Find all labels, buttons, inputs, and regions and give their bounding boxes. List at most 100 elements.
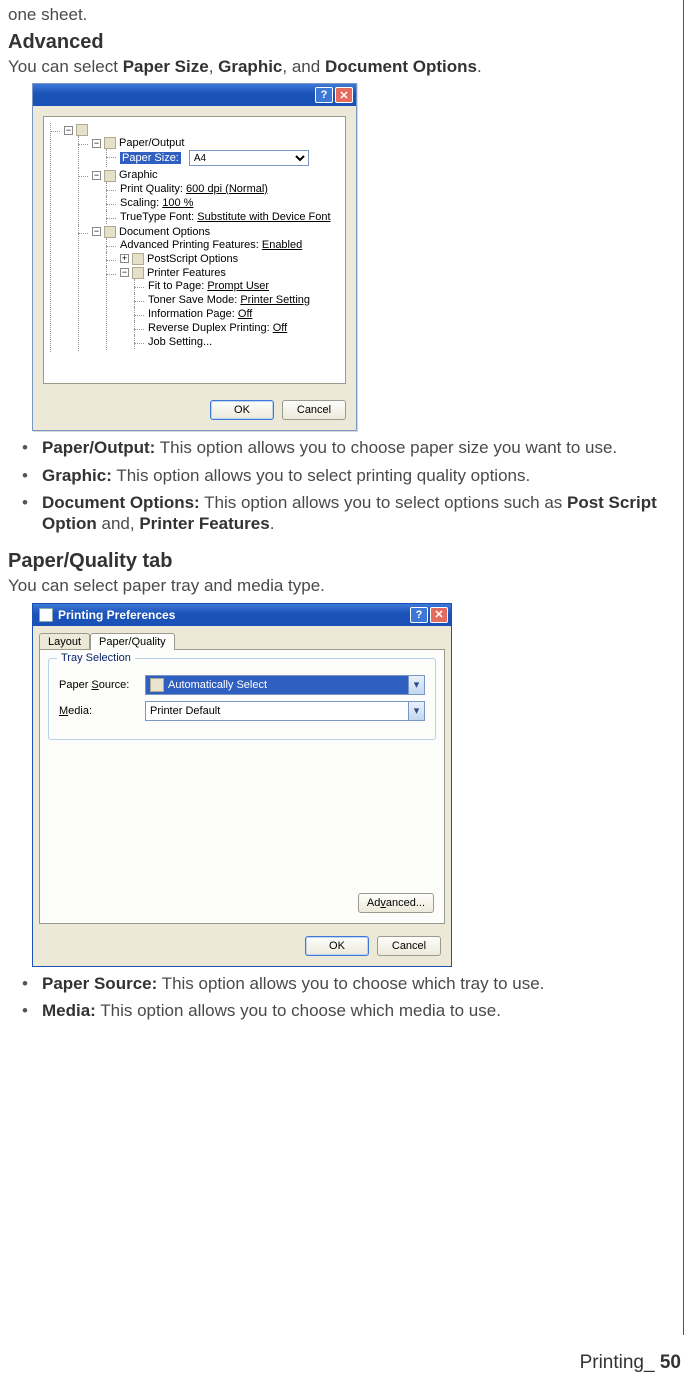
combo-value: Printer Default <box>150 705 220 717</box>
window-title: Printing Preferences <box>39 608 175 622</box>
label: Scaling: <box>120 197 162 209</box>
label: TrueType Font: <box>120 211 197 223</box>
tab-layout[interactable]: Layout <box>39 633 90 650</box>
label: Fit to Page: <box>148 280 207 292</box>
heading-paper-quality: Paper/Quality tab <box>8 550 675 573</box>
tab-strip: Layout Paper/Quality <box>33 626 451 649</box>
help-button[interactable]: ? <box>410 607 428 623</box>
collapse-icon[interactable]: − <box>120 268 129 277</box>
list-item: Document Options: This option allows you… <box>16 492 675 535</box>
text: , and <box>282 57 325 76</box>
label: Print Quality: <box>120 183 186 195</box>
text-bold: Paper Size <box>123 57 209 76</box>
tree-fit-to-page[interactable]: Fit to Page: Prompt User <box>134 279 341 293</box>
label: Toner Save Mode: <box>148 294 240 306</box>
folder-icon <box>132 253 144 265</box>
fragment-top: one sheet. <box>8 5 675 25</box>
options-tree[interactable]: − − Paper/Output Paper Size: A4 <box>48 123 341 352</box>
list-item: Graphic: This option allows you to selec… <box>16 465 675 486</box>
tray-selection-group: Tray Selection Paper Source: Automatical… <box>48 658 436 740</box>
advanced-intro: You can select Paper Size, Graphic, and … <box>8 56 675 77</box>
media-combo[interactable]: Printer Default ▾ <box>145 701 425 721</box>
value: Enabled <box>262 239 302 251</box>
tree-print-quality[interactable]: Print Quality: 600 dpi (Normal) <box>106 182 341 196</box>
collapse-icon[interactable]: − <box>64 126 73 135</box>
tree-graphic[interactable]: Graphic <box>119 169 158 181</box>
pq-bullets: Paper Source: This option allows you to … <box>8 973 675 1022</box>
list-item: Paper/Output: This option allows you to … <box>16 437 675 458</box>
list-item: Paper Source: This option allows you to … <box>16 973 675 994</box>
term: Graphic: <box>42 466 112 485</box>
term: Paper/Output: <box>42 438 155 457</box>
label: PostScript Options <box>147 253 238 265</box>
tree-toner-save[interactable]: Toner Save Mode: Printer Setting <box>134 293 341 307</box>
help-button[interactable]: ? <box>315 87 333 103</box>
tree-job-setting[interactable]: Job Setting... <box>134 335 341 349</box>
tree-document-options[interactable]: Document Options <box>119 226 210 238</box>
tree-panel: − − Paper/Output Paper Size: A4 <box>43 116 346 384</box>
printer-icon <box>39 608 53 622</box>
pq-intro: You can select paper tray and media type… <box>8 575 675 596</box>
titlebar: Printing Preferences ? ✕ <box>33 604 451 626</box>
value: 100 % <box>162 197 193 209</box>
paper-source-combo[interactable]: Automatically Select ▾ <box>145 675 425 695</box>
collapse-icon[interactable]: − <box>92 139 101 148</box>
cancel-button[interactable]: Cancel <box>377 936 441 956</box>
expand-icon[interactable]: + <box>120 254 129 263</box>
combo-value: Automatically Select <box>168 679 267 691</box>
tree-scaling[interactable]: Scaling: 100 % <box>106 196 341 210</box>
tray-icon <box>150 678 164 692</box>
tree-reverse-duplex[interactable]: Reverse Duplex Printing: Off <box>134 321 341 335</box>
close-button[interactable]: ✕ <box>335 87 353 103</box>
label: Advanced Printing Features: <box>120 239 262 251</box>
folder-icon <box>104 170 116 182</box>
value: Printer Setting <box>240 294 310 306</box>
paper-source-label: Paper Source: <box>59 679 135 691</box>
label: Reverse Duplex Printing: <box>148 322 273 334</box>
folder-icon <box>132 267 144 279</box>
value: Off <box>273 322 287 334</box>
paper-size-select[interactable]: A4 <box>189 150 309 166</box>
value: Prompt User <box>207 280 269 292</box>
desc: This option allows you to choose which m… <box>96 1001 501 1020</box>
label: Job Setting... <box>148 336 212 348</box>
desc: . <box>270 514 275 533</box>
media-label: Media: <box>59 705 135 717</box>
tree-truetype[interactable]: TrueType Font: Substitute with Device Fo… <box>106 210 341 224</box>
titlebar: ? ✕ <box>33 84 356 106</box>
tree-info-page[interactable]: Information Page: Off <box>134 307 341 321</box>
button-row: OK Cancel <box>33 930 451 966</box>
title-text: Printing Preferences <box>58 608 175 622</box>
tree-paper-output[interactable]: Paper/Output <box>119 137 184 149</box>
value: Off <box>238 308 252 320</box>
tree-printer-features[interactable]: Printer Features <box>147 267 226 279</box>
close-button[interactable]: ✕ <box>430 607 448 623</box>
desc: This option allows you to choose paper s… <box>155 438 617 457</box>
text-bold: Document Options <box>325 57 477 76</box>
advanced-options-dialog: ? ✕ − −Paper/Output Pa <box>32 83 357 431</box>
button-row: OK Cancel <box>33 394 356 430</box>
tree-apf[interactable]: Advanced Printing Features: Enabled <box>106 238 341 252</box>
page-number: 50 <box>655 1352 681 1373</box>
collapse-icon[interactable]: − <box>92 171 101 180</box>
chevron-down-icon: ▾ <box>408 702 424 720</box>
tab-paper-quality[interactable]: Paper/Quality <box>90 633 175 650</box>
ps-icon <box>76 124 88 136</box>
cancel-button[interactable]: Cancel <box>282 400 346 420</box>
term: Document Options: <box>42 493 200 512</box>
advanced-button[interactable]: Advanced... <box>358 893 434 913</box>
collapse-icon[interactable]: − <box>92 227 101 236</box>
ok-button[interactable]: OK <box>305 936 369 956</box>
page-footer: Printing_ 50 <box>580 1352 681 1374</box>
tree-ps-options[interactable]: + PostScript Options <box>106 252 341 266</box>
desc: This option allows you to choose which t… <box>157 974 544 993</box>
desc: This option allows you to select options… <box>200 493 567 512</box>
printing-preferences-dialog: Printing Preferences ? ✕ Layout Paper/Qu… <box>32 603 452 967</box>
tree-paper-size-row[interactable]: Paper Size: A4 <box>120 150 341 166</box>
ok-button[interactable]: OK <box>210 400 274 420</box>
section-name: Printing_ <box>580 1352 655 1373</box>
term: Media: <box>42 1001 96 1020</box>
folder-icon <box>104 137 116 149</box>
text-bold: Graphic <box>218 57 282 76</box>
tab-body: Tray Selection Paper Source: Automatical… <box>39 649 445 924</box>
